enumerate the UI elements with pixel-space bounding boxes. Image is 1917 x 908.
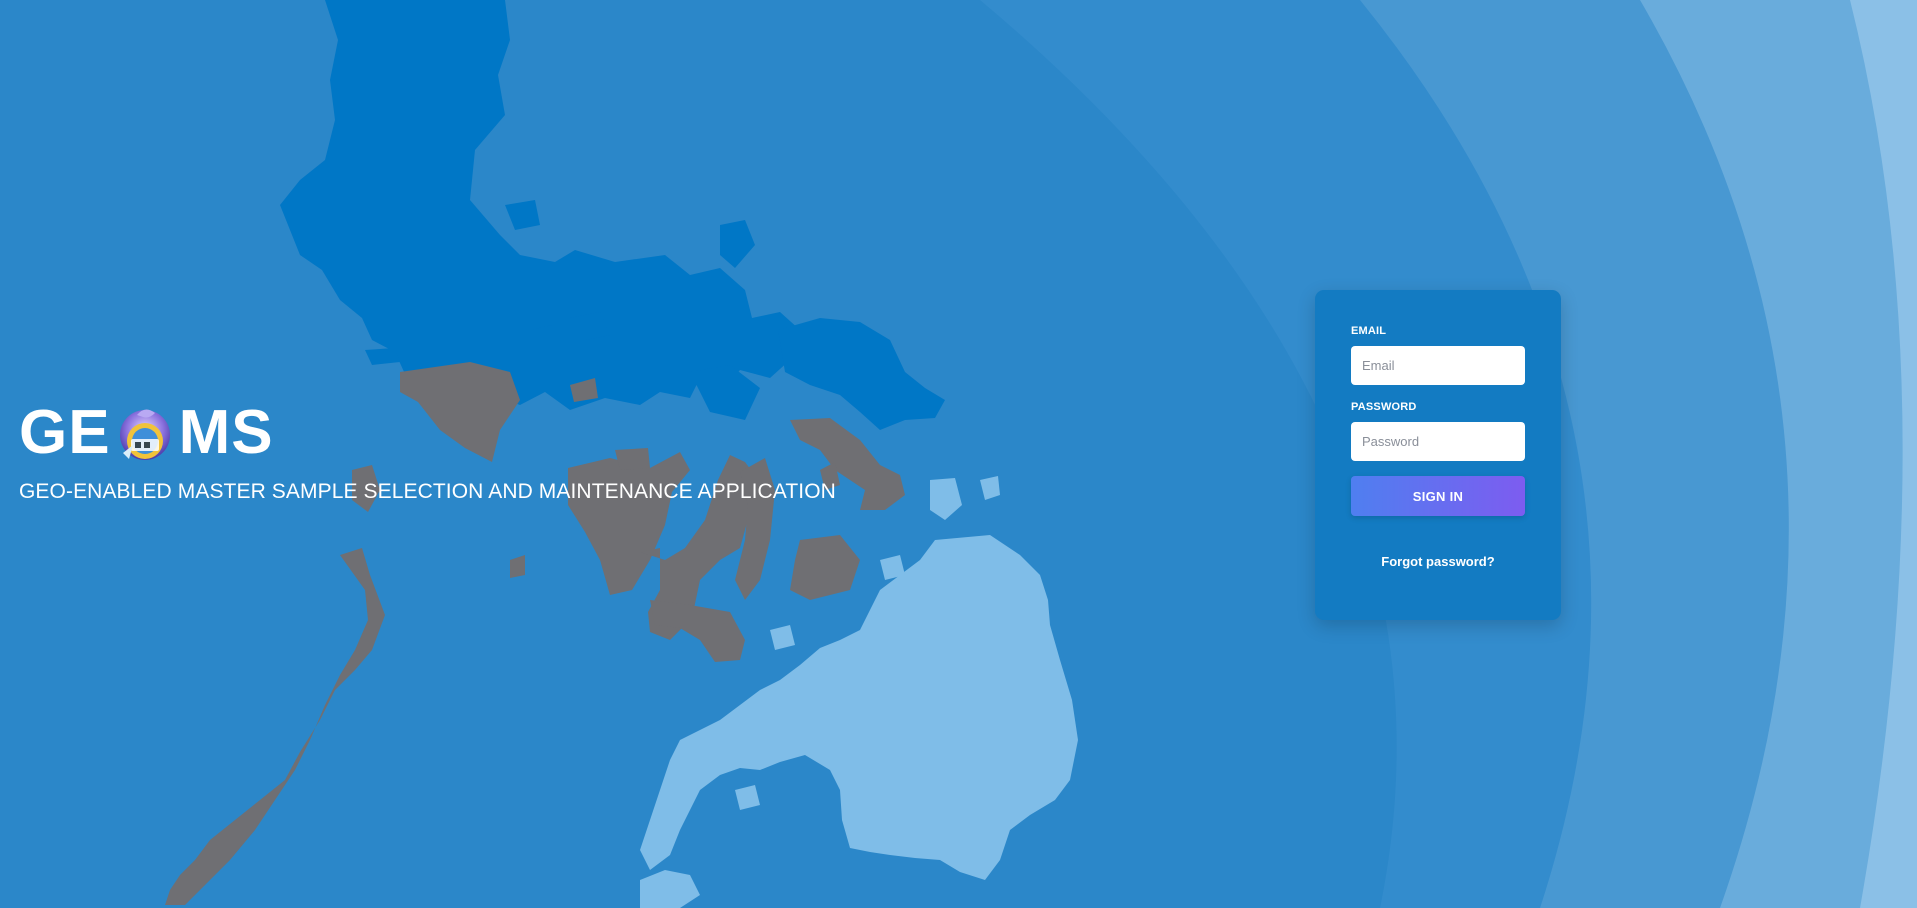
password-field[interactable] bbox=[1351, 422, 1525, 461]
sign-in-button[interactable]: SIGN IN bbox=[1351, 476, 1525, 516]
brand-block: GE MS GEO-ENABLED MASTER SAMPLE SELECTIO… bbox=[19, 398, 836, 504]
luzon-region bbox=[280, 0, 945, 430]
forgot-password-link[interactable]: Forgot password? bbox=[1315, 554, 1561, 569]
login-page: GE MS GEO-ENABLED MASTER SAMPLE SELECTIO… bbox=[0, 0, 1917, 908]
app-subtitle: GEO-ENABLED MASTER SAMPLE SELECTION AND … bbox=[19, 480, 836, 503]
geo-globe-logo-icon bbox=[119, 409, 170, 460]
app-title-left: GE bbox=[19, 398, 111, 467]
password-label: PASSWORD bbox=[1351, 401, 1417, 413]
login-card: EMAIL PASSWORD SIGN IN Forgot password? bbox=[1315, 290, 1561, 620]
app-title: GE MS bbox=[19, 398, 836, 468]
email-field[interactable] bbox=[1351, 346, 1525, 385]
app-title-right: MS bbox=[178, 398, 274, 467]
email-label: EMAIL bbox=[1351, 325, 1387, 337]
